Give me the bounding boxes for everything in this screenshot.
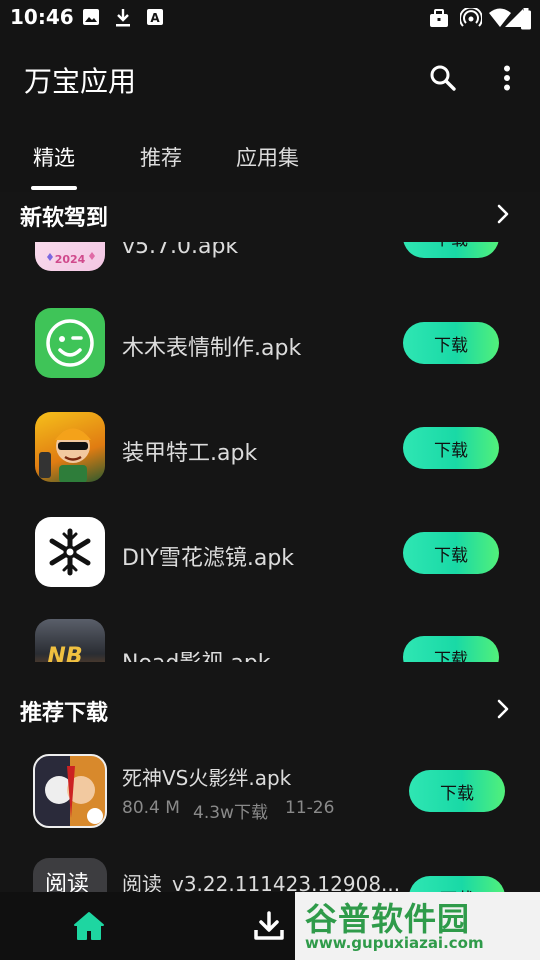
svg-text:2024: 2024: [55, 253, 86, 266]
app-size: 80.4 M: [122, 798, 180, 818]
download-button[interactable]: 下载: [403, 322, 499, 364]
smiley-wink-icon: [35, 308, 105, 378]
app-name: 阅读_v3.22.111423.12908...: [122, 872, 401, 892]
app-name: 木木表情制作.apk: [122, 336, 302, 361]
watermark-url: www.gupuxiazai.com: [305, 934, 484, 952]
app-name: Noad影视.apk: [122, 645, 271, 662]
more-options-button[interactable]: [485, 56, 529, 100]
reading-app-icon: 阅读: [33, 858, 107, 892]
app-name: DIY雪花滤镜.apk: [122, 546, 295, 571]
list-item[interactable]: DIY雪花滤镜.apk 下载: [0, 500, 540, 605]
list-item[interactable]: 2024 v5.7.0.apk 下载: [0, 242, 540, 290]
snowflake-icon: [35, 517, 105, 587]
app-2024-icon: 2024: [35, 242, 105, 271]
search-icon: [430, 65, 456, 91]
anime-game-icon: [33, 754, 107, 828]
hotspot-icon: [460, 8, 482, 27]
watermark: 谷普软件园 www.gupuxiazai.com: [295, 892, 540, 960]
tab-bar: 精选 推荐 应用集: [0, 124, 540, 192]
nav-downloads[interactable]: [249, 908, 289, 944]
briefcase-icon: [430, 9, 448, 27]
app-icon-text: 阅读: [45, 872, 90, 892]
section-title-recommend: 推荐下载: [20, 701, 109, 726]
app-title: 万宝应用: [24, 65, 137, 98]
download-button[interactable]: 下载: [403, 636, 499, 662]
download-button[interactable]: 下载: [403, 532, 499, 574]
battery-icon: [521, 8, 531, 30]
image-icon: [83, 9, 99, 25]
download-button[interactable]: 下载: [403, 427, 499, 469]
list-item[interactable]: 装甲特工.apk 下载: [0, 395, 540, 500]
chevron-right-icon[interactable]: [496, 698, 510, 720]
list-item[interactable]: 木木表情制作.apk 下载: [0, 290, 540, 395]
bottom-nav: 谷普软件园 www.gupuxiazai.com: [0, 892, 540, 960]
app-downloads: 4.3w下载: [193, 803, 268, 823]
keyboard-a-icon: A: [147, 9, 163, 25]
nav-home[interactable]: [69, 908, 109, 944]
main-content[interactable]: 新软驾到 2024 v5.7.0.apk 下载: [0, 192, 540, 892]
more-vertical-icon: [504, 65, 510, 91]
download-icon: [254, 911, 284, 940]
download-icon: [116, 9, 130, 27]
tab-app-collections[interactable]: 应用集: [236, 142, 299, 172]
app-name: 装甲特工.apk: [122, 441, 258, 466]
search-button[interactable]: [421, 56, 465, 100]
app-date: 11-26: [285, 798, 335, 818]
status-bar: 10:46 A: [0, 0, 540, 36]
tab-recommend[interactable]: 推荐: [140, 142, 182, 172]
app-name: 死神VS火影绊.apk: [122, 766, 292, 790]
app-bar: 万宝应用: [0, 36, 540, 124]
download-button[interactable]: 下载: [409, 876, 505, 892]
list-item[interactable]: 阅读 阅读_v3.22.111423.12908... 下载: [0, 852, 540, 892]
video-app-icon: NB: [35, 619, 105, 662]
download-button[interactable]: 下载: [409, 770, 505, 812]
list-item[interactable]: 死神VS火影绊.apk 80.4 M 4.3w下载 11-26 下载: [0, 742, 540, 842]
new-apps-list[interactable]: 2024 v5.7.0.apk 下载 木木表情制作.apk 下载: [0, 242, 540, 662]
svg-text:NB: NB: [47, 644, 82, 662]
chevron-right-icon[interactable]: [496, 203, 510, 225]
svg-text:A: A: [150, 11, 160, 25]
section-title-new: 新软驾到: [20, 206, 109, 231]
tab-featured[interactable]: 精选: [33, 142, 75, 172]
home-icon: [74, 912, 104, 940]
app-name: v5.7.0.apk: [122, 242, 239, 259]
download-button[interactable]: 下载: [403, 242, 499, 258]
active-tab-indicator: [31, 186, 77, 190]
list-item[interactable]: NB Noad影视.apk 下载: [0, 605, 540, 662]
game-soldier-icon: [35, 412, 105, 482]
status-time: 10:46: [10, 5, 74, 29]
